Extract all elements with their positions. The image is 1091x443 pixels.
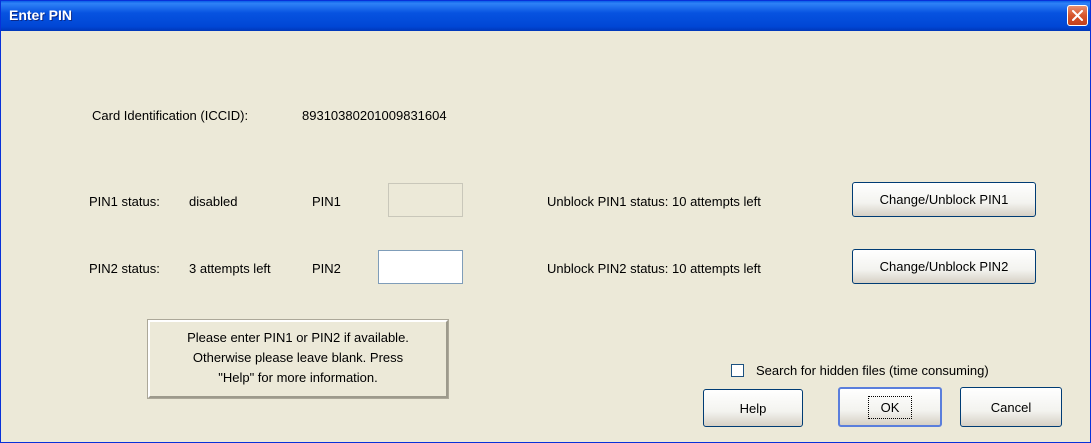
pin2-field-label: PIN2 [312, 261, 341, 276]
pin1-unblock-status: Unblock PIN1 status: 10 attempts left [547, 194, 761, 209]
dialog-body: Card Identification (ICCID): 89310380201… [4, 31, 1087, 439]
hidden-files-checkbox[interactable] [731, 364, 744, 377]
pin1-input[interactable] [388, 183, 463, 217]
info-line-2: Otherwise please leave blank. Press [192, 350, 404, 365]
info-line-3: "Help" for more information. [218, 370, 378, 385]
change-unblock-pin1-button[interactable]: Change/Unblock PIN1 [852, 182, 1036, 217]
iccid-value: 89310380201009831604 [302, 108, 447, 123]
pin1-status-label: PIN1 status: [89, 194, 160, 209]
close-icon [1072, 10, 1083, 21]
pin1-status-value: disabled [189, 194, 238, 209]
pin2-status-label: PIN2 status: [89, 261, 160, 276]
window-title: Enter PIN [9, 7, 73, 23]
pin2-input[interactable] [378, 250, 463, 284]
help-button[interactable]: Help [703, 389, 803, 427]
pin-help-infobox: Please enter PIN1 or PIN2 if available. … [147, 319, 449, 399]
pin1-field-label: PIN1 [312, 194, 341, 209]
enter-pin-dialog: Enter PIN Card Identification (ICCID): 8… [0, 0, 1091, 443]
close-button[interactable] [1067, 5, 1088, 26]
iccid-label: Card Identification (ICCID): [92, 108, 249, 123]
ok-button[interactable]: OK [838, 387, 942, 427]
cancel-button[interactable]: Cancel [960, 387, 1062, 427]
pin2-status-value: 3 attempts left [189, 261, 271, 276]
pin2-unblock-status: Unblock PIN2 status: 10 attempts left [547, 261, 761, 276]
info-line-1: Please enter PIN1 or PIN2 if available. [187, 330, 409, 345]
title-bar[interactable]: Enter PIN [1, 1, 1090, 31]
change-unblock-pin2-button[interactable]: Change/Unblock PIN2 [852, 249, 1036, 284]
hidden-files-label[interactable]: Search for hidden files (time consuming) [756, 363, 989, 378]
ok-button-label: OK [867, 395, 913, 419]
